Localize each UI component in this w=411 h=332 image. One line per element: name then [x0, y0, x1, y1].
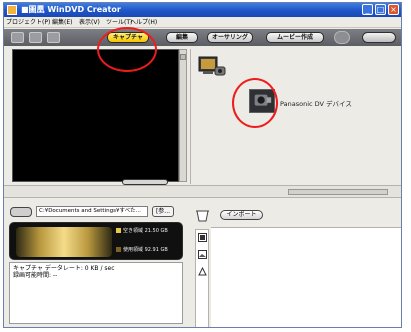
maximize-button[interactable]: □ [375, 4, 386, 15]
scrollbar-thumb[interactable] [180, 54, 186, 60]
title-prefix: ■圖凰 [21, 5, 45, 14]
video-clip-icon[interactable] [198, 233, 207, 242]
tab-authoring[interactable]: オーサリング [207, 32, 253, 43]
browse-button[interactable]: [参... [152, 206, 174, 217]
close-button[interactable]: × [388, 4, 399, 15]
bin-icon[interactable] [195, 209, 210, 222]
capture-device-icon [198, 56, 226, 76]
preview-scrollbar[interactable] [179, 49, 187, 182]
video-preview [12, 49, 179, 182]
app-icon [7, 5, 17, 15]
free-space-label: 空き領域 21.50 GB [116, 227, 168, 234]
data-rate-text: キャプチャ データレート: 0 KB / sec [13, 265, 115, 272]
save-project-icon[interactable] [47, 32, 60, 43]
menu-view[interactable]: 表示(V) [79, 17, 100, 28]
app-window: ■圖凰 WinDVD Creator _ □ × プロジェクト(P) 編集(E)… [3, 2, 402, 328]
tab-make-movie[interactable]: ムービー作成 [266, 32, 324, 43]
captured-clips-area: インポート [211, 199, 401, 327]
media-type-strip [195, 229, 209, 327]
free-space-text: 空き領域 21.50 GB [123, 228, 168, 234]
device-pane: Panasonic DV デバイス [190, 49, 401, 184]
disk-usage-graphic [16, 227, 112, 257]
new-project-icon[interactable] [11, 32, 24, 43]
exit-button[interactable] [362, 32, 396, 43]
annotation-circle-capture-tab [97, 27, 157, 72]
import-button[interactable]: インポート [220, 210, 263, 220]
disk-space-panel: 空き領域 21.50 GB 使用領域 92.91 GB [9, 222, 183, 260]
menu-bar: プロジェクト(P) 編集(E) 表示(V) ツール(T) ヘルプ(H) [4, 17, 401, 28]
used-space-swatch [116, 247, 121, 252]
menu-project[interactable]: プロジェクト(P) [6, 17, 50, 28]
capture-progress-bar [288, 189, 388, 195]
audio-clip-icon[interactable] [198, 267, 207, 276]
minimize-button[interactable]: _ [362, 4, 373, 15]
settings-knob-icon[interactable] [334, 31, 350, 44]
recordable-time-text: 録画可能時間: -- [13, 272, 58, 279]
toolbar: キャプチャ 編集 オーサリング ムービー作成 [4, 29, 401, 46]
drive-icon [10, 207, 32, 217]
capture-settings-panel: C:¥Documents and Settings¥すべた... [参... 空… [4, 199, 188, 327]
tab-edit[interactable]: 編集 [166, 32, 198, 43]
free-space-swatch [116, 228, 121, 233]
used-space-label: 使用領域 92.91 GB [116, 246, 168, 253]
captured-clips-list[interactable] [211, 227, 401, 327]
open-project-icon[interactable] [29, 32, 42, 43]
used-space-text: 使用領域 92.91 GB [123, 247, 168, 253]
window-title: ■圖凰 WinDVD Creator [21, 4, 121, 16]
menu-edit[interactable]: 編集(E) [52, 17, 72, 28]
title-bar[interactable]: ■圖凰 WinDVD Creator _ □ × [4, 3, 401, 17]
capture-info-box: キャプチャ データレート: 0 KB / sec 録画可能時間: -- [9, 262, 183, 324]
annotation-circle-device [232, 78, 278, 128]
panel-divider[interactable] [4, 185, 401, 198]
menu-help[interactable]: ヘルプ(H) [130, 17, 157, 28]
title-text: WinDVD Creator [47, 5, 121, 14]
image-clip-icon[interactable] [198, 250, 207, 259]
capture-folder-field[interactable]: C:¥Documents and Settings¥すべた... [36, 206, 148, 217]
device-name: Panasonic DV デバイス [280, 100, 352, 108]
